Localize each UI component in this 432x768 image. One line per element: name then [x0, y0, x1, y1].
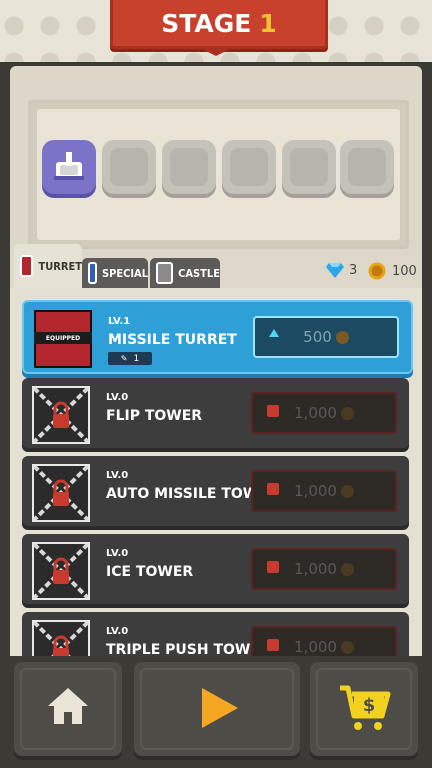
coin-icon: [340, 562, 354, 576]
home-icon: [48, 688, 88, 724]
coin-icon: [335, 330, 349, 344]
tower-level: LV.0: [106, 470, 129, 481]
chain-lock-icon: [32, 542, 90, 600]
chain-lock-icon: [32, 386, 90, 444]
coin-count: 100: [392, 263, 417, 279]
tower-name: MISSILE TURRET: [108, 332, 237, 348]
upgrade-button[interactable]: 500: [253, 316, 399, 358]
tab-special-label: SPECIAL: [101, 266, 148, 280]
special-tab-icon: [88, 262, 97, 284]
tower-row-auto-missile-tower[interactable]: LV.0 AUTO MISSILE TOWER 1,000: [22, 456, 409, 526]
stage-banner: STAGE 1: [110, 0, 328, 49]
ice-tower-locked-thumbnail: [32, 542, 90, 600]
gem-icon: [326, 263, 344, 278]
tab-castle-label: CASTLE: [178, 266, 220, 280]
stage-number: 1: [259, 8, 277, 38]
lock-icon: [267, 561, 279, 573]
turret-tab-icon: [20, 255, 34, 277]
tab-turret[interactable]: TURRET: [14, 244, 82, 288]
tab-turret-label: TURRET: [38, 259, 82, 273]
tower-owned-count: ✎ 1: [108, 352, 152, 365]
tower-list: EQUIPPED LV.1 MISSILE TURRET ✎ 1 500 LV.…: [10, 288, 422, 668]
unlock-button[interactable]: 1,000: [251, 548, 397, 590]
tower-level: LV.0: [106, 392, 129, 403]
banner-ribbon-tail: [196, 46, 236, 56]
turret-icon: [54, 152, 84, 180]
lock-icon: [267, 405, 279, 417]
lock-icon: [267, 639, 279, 651]
tower-row-ice-tower[interactable]: LV.0 ICE TOWER 1,000: [22, 534, 409, 604]
tower-row-missile-turret[interactable]: EQUIPPED LV.1 MISSILE TURRET ✎ 1 500: [22, 300, 413, 374]
owned-count-value: 1: [133, 353, 140, 364]
tower-name: ICE TOWER: [106, 564, 194, 580]
flip-tower-locked-thumbnail: [32, 386, 90, 444]
equipped-badge: EQUIPPED: [34, 332, 92, 344]
play-icon: [202, 688, 238, 728]
coin-icon: [340, 406, 354, 420]
stage-label: STAGE: [161, 8, 252, 38]
missile-turret-thumbnail: EQUIPPED: [34, 310, 92, 368]
unlock-cost: 1,000: [294, 560, 337, 578]
tower-slot-5[interactable]: [282, 140, 336, 194]
tower-name: FLIP TOWER: [106, 408, 203, 424]
unlock-cost: 1,000: [294, 482, 337, 500]
unlock-button[interactable]: 1,000: [251, 470, 397, 512]
castle-tab-icon: [156, 262, 174, 284]
coin-counter: 100: [368, 262, 417, 280]
tower-slot-6[interactable]: [340, 140, 394, 194]
gem-count: 3: [349, 262, 358, 278]
tower-slot-1[interactable]: [42, 140, 96, 194]
svg-text:$: $: [363, 695, 376, 716]
coin-icon: [340, 484, 354, 498]
tower-slot-3[interactable]: [162, 140, 216, 194]
chain-lock-icon: [32, 464, 90, 522]
shop-cart-icon: $: [340, 685, 391, 730]
tab-special[interactable]: SPECIAL: [82, 258, 148, 288]
tower-slot-4[interactable]: [222, 140, 276, 194]
unlock-button[interactable]: 1,000: [251, 392, 397, 434]
tower-level: LV.1: [108, 316, 131, 327]
tower-slot-2[interactable]: [102, 140, 156, 194]
wrench-icon: ✎: [120, 354, 128, 363]
tab-castle[interactable]: CASTLE: [150, 258, 220, 288]
shop-button[interactable]: $: [310, 662, 418, 756]
unlock-cost: 1,000: [294, 638, 337, 656]
tower-level: LV.0: [106, 548, 129, 559]
tower-row-flip-tower[interactable]: LV.0 FLIP TOWER 1,000: [22, 378, 409, 448]
auto-missile-tower-locked-thumbnail: [32, 464, 90, 522]
home-button[interactable]: [14, 662, 122, 756]
tower-level: LV.0: [106, 626, 129, 637]
upgrade-arrow-icon: [269, 329, 279, 337]
gem-counter: 3: [326, 262, 357, 278]
unlock-cost: 1,000: [294, 404, 337, 422]
upgrade-cost: 500: [303, 328, 332, 346]
play-button[interactable]: [134, 662, 300, 756]
lock-icon: [267, 483, 279, 495]
coin-icon: [340, 640, 354, 654]
coin-icon: [368, 262, 386, 280]
